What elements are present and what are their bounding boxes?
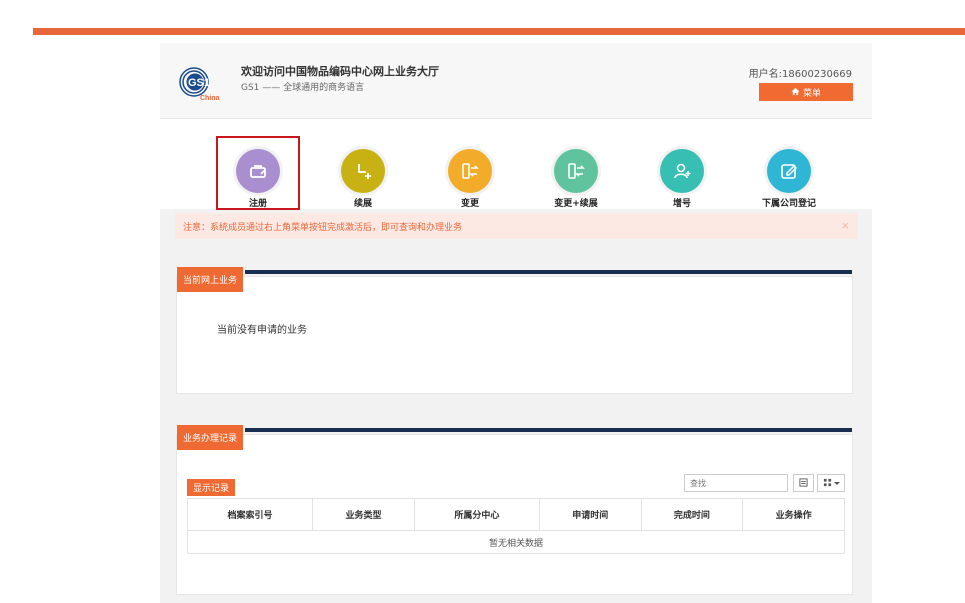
home-icon — [791, 87, 800, 98]
nav-label: 变更 — [460, 199, 479, 209]
nav-item-renew[interactable]: 续展 — [308, 129, 418, 209]
section-divider — [245, 428, 852, 432]
records-section: 业务办理记录 显示记录 档案索引号 业务类型 所属分中心 申请时间 完成时间 业… — [176, 425, 853, 595]
current-business-title: 当前网上业务 — [177, 267, 244, 292]
column-header: 业务操作 — [742, 498, 845, 531]
table-row: 暂无相关数据 — [187, 530, 845, 554]
header: GS1 China 欢迎访问中国物品编码中心网上业务大厅 GS1 —— 全球通用… — [160, 43, 872, 119]
empty-table-text: 暂无相关数据 — [187, 530, 845, 554]
column-header: 档案索引号 — [186, 498, 314, 531]
nav-label: 变更+续展 — [554, 199, 598, 209]
current-business-section: 当前网上业务 当前没有申请的业务 — [176, 267, 853, 394]
column-header: 完成时间 — [640, 498, 744, 531]
table-header-row: 档案索引号 业务类型 所属分中心 申请时间 完成时间 业务操作 — [186, 498, 845, 531]
corner-plus-icon — [341, 149, 385, 193]
logo-sub-text: China — [200, 95, 220, 102]
list-icon — [799, 477, 808, 489]
column-header: 所属分中心 — [413, 498, 540, 531]
records-title: 业务办理记录 — [177, 425, 244, 450]
nav-item-add-number[interactable]: 增号 — [627, 129, 737, 209]
menu-button[interactable]: 菜单 — [759, 83, 853, 101]
grid-icon — [823, 478, 832, 489]
show-records-button[interactable]: 显示记录 — [187, 479, 236, 496]
records-table: 档案索引号 业务类型 所属分中心 申请时间 完成时间 业务操作 暂无相关数据 — [186, 498, 845, 554]
edit-icon — [767, 149, 811, 193]
menu-button-label: 菜单 — [802, 87, 821, 98]
column-header: 业务类型 — [312, 498, 415, 531]
close-icon[interactable]: × — [841, 219, 850, 232]
nav-item-subsidiary[interactable]: 下属公司登记 — [734, 129, 844, 209]
column-header: 申请时间 — [538, 498, 642, 531]
swap-plus-icon — [554, 149, 598, 193]
swap-icon — [448, 149, 492, 193]
nav-label: 增号 — [672, 199, 691, 209]
gs1-logo: GS1 China — [174, 63, 236, 103]
search-input[interactable] — [684, 474, 788, 492]
highlight-box — [216, 136, 300, 210]
section-divider — [245, 270, 852, 274]
nav-item-change-renew[interactable]: 变更+续展 — [521, 129, 631, 209]
username-label: 用户名:18600230669 — [748, 69, 852, 80]
empty-business-text: 当前没有申请的业务 — [217, 325, 307, 336]
business-nav: 注册 续展 变更 变更+续展 增号 下属公司登记 — [160, 119, 872, 210]
notice-banner: 注意：系统成员通过右上角菜单按钮完成激活后，即可查询和办理业务 × — [175, 213, 858, 239]
add-user-icon — [660, 149, 704, 193]
nav-item-change[interactable]: 变更 — [415, 129, 525, 209]
list-view-button[interactable] — [793, 474, 814, 492]
columns-dropdown-button[interactable] — [817, 474, 845, 492]
main-panel: GS1 China 欢迎访问中国物品编码中心网上业务大厅 GS1 —— 全球通用… — [160, 43, 872, 603]
nav-label: 续展 — [353, 199, 372, 209]
logo-text: GS1 — [188, 77, 210, 89]
site-subtitle: GS1 —— 全球通用的商务语言 — [241, 83, 365, 93]
top-accent-bar — [33, 28, 965, 35]
notice-text: 注意：系统成员通过右上角菜单按钮完成激活后，即可查询和办理业务 — [183, 222, 463, 233]
nav-label: 下属公司登记 — [761, 199, 816, 209]
chevron-down-icon — [833, 479, 840, 488]
site-title: 欢迎访问中国物品编码中心网上业务大厅 — [241, 65, 439, 78]
